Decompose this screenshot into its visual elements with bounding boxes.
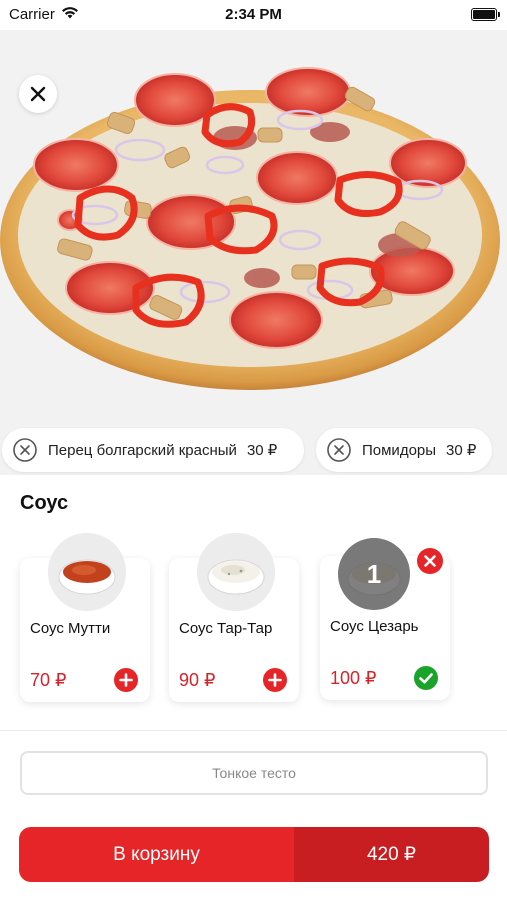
pizza-image xyxy=(0,67,500,390)
check-icon[interactable] xyxy=(414,666,438,690)
status-time: 2:34 PM xyxy=(225,6,282,23)
selected-toppings: Перец болгарский красный 30 ₽ Помидоры 3… xyxy=(0,425,507,475)
topping-price: 30 ₽ xyxy=(446,442,477,459)
battery-icon xyxy=(471,8,500,21)
sauce-card[interactable]: 1 Соус Цезарь 100 ₽ xyxy=(320,538,450,700)
dough-selected-label: Тонкое тесто xyxy=(212,765,296,781)
sauce-name: Соус Тар-Тар xyxy=(179,620,273,637)
close-button[interactable] xyxy=(19,75,57,113)
quantity-overlay: 1 xyxy=(338,538,410,610)
add-to-cart-button[interactable]: В корзину 420 ₽ xyxy=(19,827,489,882)
close-icon xyxy=(30,86,46,102)
sauce-name: Соус Мутти xyxy=(30,620,111,637)
divider xyxy=(0,730,507,731)
remove-circle-icon[interactable] xyxy=(326,437,352,463)
sauce-name: Соус Цезарь xyxy=(330,618,419,635)
sauce-price: 70 ₽ xyxy=(30,670,67,690)
topping-chip: Перец болгарский красный 30 ₽ xyxy=(2,428,304,472)
add-to-cart-label: В корзину xyxy=(19,827,294,882)
sauce-card[interactable]: Соус Мутти 70 ₽ xyxy=(20,533,150,702)
sauce-image xyxy=(197,533,275,611)
sauce-price: 90 ₽ xyxy=(179,670,216,690)
topping-chip: Помидоры 30 ₽ xyxy=(316,428,492,472)
dough-selector[interactable]: Тонкое тесто xyxy=(20,751,488,795)
product-hero xyxy=(0,30,507,425)
status-bar: Carrier 2:34 PM xyxy=(0,0,507,30)
topping-label: Перец болгарский красный xyxy=(48,441,237,459)
topping-price: 30 ₽ xyxy=(246,442,278,459)
cart-total: 420 ₽ xyxy=(294,827,489,882)
section-title: Соус xyxy=(20,492,69,514)
sauce-image: 1 xyxy=(338,538,410,610)
topping-label: Помидоры xyxy=(362,441,437,459)
sauce-price: 100 ₽ xyxy=(330,668,377,688)
remove-sauce-button[interactable] xyxy=(417,548,443,574)
remove-circle-icon[interactable] xyxy=(12,437,38,463)
plus-icon[interactable] xyxy=(263,668,287,692)
plus-icon[interactable] xyxy=(114,668,138,692)
sauce-image xyxy=(48,533,126,611)
sauce-card[interactable]: Соус Тар-Тар 90 ₽ xyxy=(169,533,299,702)
